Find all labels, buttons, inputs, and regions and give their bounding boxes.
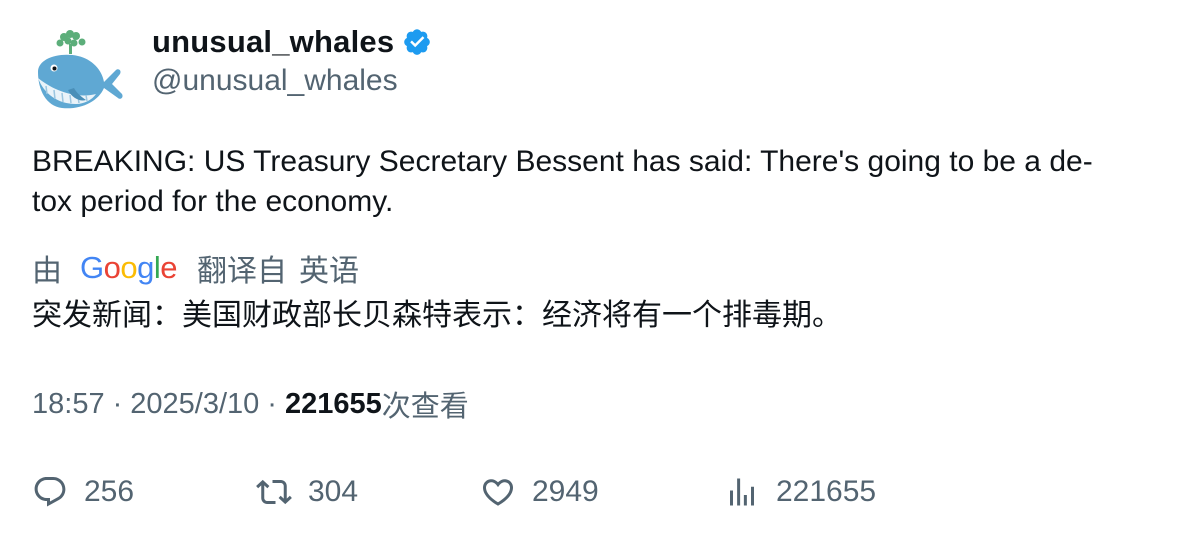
views-label: 次查看 xyxy=(381,391,469,423)
like-button[interactable]: 2949 xyxy=(480,470,599,514)
translated-by-label: 由 xyxy=(32,255,62,288)
translated-from-label: 翻译自 xyxy=(197,255,288,288)
tweet-meta: 18:57 · 2025/3/10 · 221655 次查看 xyxy=(32,384,469,424)
translation-attribution: 由 Google 翻译自 英语 xyxy=(32,248,359,288)
verified-badge-icon[interactable] xyxy=(402,27,432,57)
heart-icon xyxy=(482,479,514,506)
views-action-count: 221655 xyxy=(776,475,877,508)
tweet-text: BREAKING: US Treasury Secretary Bessent … xyxy=(32,145,1093,218)
meta-separator: · xyxy=(112,387,123,420)
user-handle[interactable]: @unusual_whales xyxy=(152,64,432,98)
action-bar: 256 304 2949 221655 xyxy=(32,470,1172,514)
google-logo: Google xyxy=(80,250,178,285)
name-row: unusual_whales xyxy=(152,20,432,64)
whale-avatar-icon xyxy=(38,30,123,109)
retweet-icon xyxy=(256,479,292,505)
user-info: unusual_whales @unusual_whales xyxy=(152,20,432,98)
reply-count: 256 xyxy=(84,475,135,508)
source-language: 英语 xyxy=(299,255,360,288)
tweet-date[interactable]: 2025/3/10 xyxy=(130,388,259,421)
meta-separator: · xyxy=(267,387,277,420)
avatar[interactable] xyxy=(30,24,126,112)
display-name[interactable]: unusual_whales xyxy=(152,24,394,60)
like-count: 2949 xyxy=(532,475,599,508)
translated-text: 突发新闻：美国财政部长贝森特表示：经济将有一个排毒期。 xyxy=(32,299,842,332)
reply-button[interactable]: 256 xyxy=(32,470,134,514)
views-button[interactable]: 221655 xyxy=(724,470,876,514)
reply-icon xyxy=(34,477,66,507)
retweet-count: 304 xyxy=(308,475,359,508)
views-chart-icon xyxy=(730,478,754,506)
tweet-time[interactable]: 18:57 xyxy=(32,388,105,421)
tweet-card: unusual_whales @unusual_whales BREAKING:… xyxy=(0,0,1196,538)
views-count: 221655 xyxy=(284,387,382,420)
retweet-button[interactable]: 304 xyxy=(256,470,358,514)
